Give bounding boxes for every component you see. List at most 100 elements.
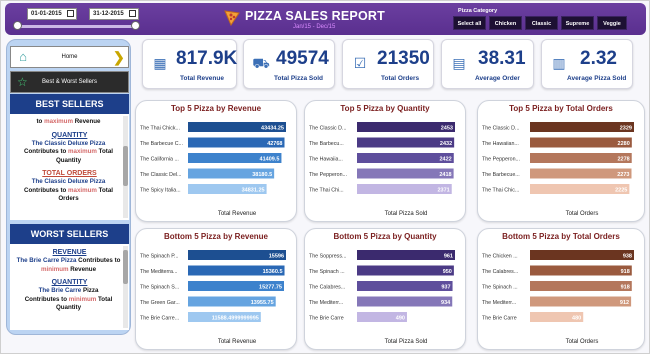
- worst-sellers-scrollbar[interactable]: [123, 246, 128, 328]
- delivery-icon: ⛟: [252, 55, 270, 71]
- report-date-range: Jan/15 - Dec/15: [293, 24, 336, 30]
- worst-quantity-contributes: Contributes to: [24, 295, 67, 303]
- category-label: The Pepperon...: [309, 172, 347, 178]
- bar[interactable]: [530, 265, 632, 276]
- calendar-icon[interactable]: [67, 10, 74, 17]
- category-label: The Barbecu...: [309, 141, 344, 147]
- worst-revenue-text: The Brie Carre Pizza Contributes to mini…: [10, 256, 129, 274]
- bar[interactable]: [530, 153, 632, 163]
- kpi-value: 2.32: [580, 48, 617, 69]
- worst-revenue-contributes: Contributes to: [78, 257, 121, 264]
- bar[interactable]: [357, 265, 454, 276]
- kpi-value: 817.9K: [176, 48, 238, 69]
- best-orders-pizza: The Classic Deluxe Pizza: [31, 178, 106, 185]
- clipboard-icon: ▤: [452, 55, 466, 71]
- bar-chart-icon: ▥: [552, 55, 566, 71]
- best-revenue-metric: Revenue: [74, 118, 101, 125]
- bar[interactable]: [357, 250, 455, 260]
- data-label: 2422: [440, 157, 452, 163]
- category-label: The Classic Del...: [140, 172, 182, 178]
- bar[interactable]: [530, 137, 632, 148]
- bar[interactable]: [530, 296, 632, 307]
- worst-sellers-scroll-thumb[interactable]: [123, 250, 128, 284]
- best-sellers-scrollbar[interactable]: [123, 116, 128, 218]
- data-label: 2329: [620, 126, 632, 132]
- category-label: The Brie Carre...: [140, 316, 179, 322]
- pizza-category-label: Pizza Category: [458, 8, 498, 14]
- date-to-field[interactable]: 31-12-2015: [89, 8, 139, 20]
- best-worst-nav-button[interactable]: ☆ Best & Worst Sellers: [10, 71, 129, 93]
- report-title: PIZZA SALES REPORT: [245, 9, 385, 23]
- best-sellers-heading: BEST SELLERS: [10, 94, 129, 114]
- data-label: 34831.25: [242, 188, 265, 194]
- home-nav-button[interactable]: ⌂ Home ❯: [10, 46, 129, 68]
- date-slider-start-handle[interactable]: [13, 21, 22, 30]
- bar-chart-svg: The Chicken ... 938 The Calabres... 918 The …: [482, 250, 634, 345]
- dashboard-frame: 01-01-2015 31-12-2015 PIZZA SALES REPORT…: [0, 0, 650, 354]
- category-label: The Classic D...: [482, 126, 519, 132]
- best-revenue-to: to: [36, 118, 43, 125]
- data-label: 2280: [618, 141, 630, 147]
- worst-quantity-minimum: minimum: [68, 295, 97, 303]
- category-label: The Thai Chick...: [140, 126, 180, 132]
- chart-top-revenue: Top 5 Pizza by Revenue The Thai Chick...…: [135, 100, 297, 222]
- category-label: The Brie Carre: [309, 316, 344, 322]
- x-axis-label: Total Revenue: [218, 339, 257, 345]
- best-orders-contributes: Contributes to: [24, 186, 67, 194]
- worst-sellers-heading: WORST SELLERS: [10, 224, 129, 244]
- data-label: 13955.75: [251, 300, 274, 306]
- category-label: The Classic D...: [309, 126, 346, 132]
- kpi-card-average-order: ▤ 38.31 Average Order: [441, 39, 534, 89]
- category-label: The Brie Carre: [482, 316, 517, 322]
- best-sellers-scroll-thumb[interactable]: [123, 146, 128, 186]
- bar[interactable]: [530, 250, 634, 260]
- data-label: 41409.5: [260, 157, 280, 163]
- best-orders-maximum: maximum: [68, 186, 97, 194]
- category-label: The Chicken ...: [482, 254, 518, 260]
- chevron-right-icon: ❯: [113, 49, 125, 65]
- bar-chart-svg: The Thai Chick... 43434.25 The Barbecue C.…: [140, 122, 286, 217]
- data-label: 43434.25: [261, 126, 284, 132]
- worst-sellers-panel: WORST SELLERS REVENUE The Brie Carre Piz…: [10, 224, 129, 330]
- data-label: 918: [621, 269, 630, 275]
- best-worst-label: Best & Worst Sellers: [42, 79, 97, 85]
- bar[interactable]: [357, 296, 453, 307]
- data-label: 2432: [440, 141, 452, 147]
- header-bar: 01-01-2015 31-12-2015 PIZZA SALES REPORT…: [5, 3, 646, 35]
- kpi-value: 38.31: [478, 48, 526, 69]
- calendar-icon[interactable]: [129, 10, 136, 17]
- category-chicken-button[interactable]: Chicken: [489, 16, 522, 30]
- category-classic-button[interactable]: Classic: [525, 16, 558, 30]
- pizza-icon: [224, 10, 240, 26]
- home-label: Home: [61, 54, 78, 60]
- best-quantity-text: The Classic Deluxe Pizza Contributes to …: [10, 139, 129, 166]
- data-label: 42768: [267, 141, 282, 147]
- date-slider-end-handle[interactable]: [131, 21, 140, 30]
- category-label: The California ...: [140, 157, 179, 163]
- x-axis-label: Total Revenue: [218, 211, 257, 217]
- report-title-group: PIZZA SALES REPORT Jan/15 - Dec/15: [223, 6, 403, 34]
- category-veggie-button[interactable]: Veggie: [597, 16, 627, 30]
- chart-bottom-orders: Bottom 5 Pizza by Total Orders The Chick…: [477, 228, 645, 350]
- kpi-label: Average Pizza Sold: [567, 75, 627, 82]
- category-supreme-button[interactable]: Supreme: [561, 16, 594, 30]
- category-select-all-button[interactable]: Select all: [453, 16, 486, 30]
- data-label: 2453: [441, 126, 453, 132]
- category-label: The Hawaiia...: [309, 157, 343, 163]
- date-from-field[interactable]: 01-01-2015: [27, 8, 77, 20]
- worst-quantity-pizza: The Brie Carre: [38, 287, 82, 294]
- best-quantity-contributes: Contributes to: [24, 148, 67, 155]
- x-axis-label: Total Orders: [566, 339, 599, 345]
- x-axis-label: Total Pizza Sold: [385, 339, 428, 345]
- bar-chart-svg: The Classic D... 2453 The Barbecu... 2432 Th…: [309, 122, 455, 217]
- worst-revenue-title: REVENUE: [52, 249, 87, 256]
- worst-revenue-metric: Revenue: [70, 265, 97, 273]
- bar[interactable]: [357, 281, 453, 291]
- data-label: 2225: [615, 188, 627, 194]
- bar[interactable]: [530, 122, 634, 132]
- bar-chart-svg: The Spinach P... 15596 The Mediterra... 153…: [140, 250, 286, 345]
- bar-chart-svg: The Classic D... 2329 The Hawaiian... 2280 T…: [482, 122, 634, 217]
- date-slider-track[interactable]: [17, 25, 135, 28]
- x-axis-label: Total Orders: [566, 211, 599, 217]
- bar[interactable]: [530, 281, 632, 291]
